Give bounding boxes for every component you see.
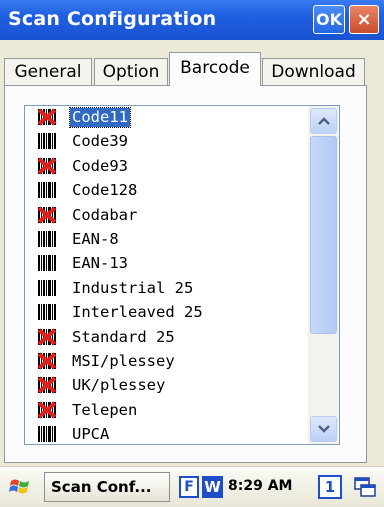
barcode-icon (38, 426, 56, 443)
chevron-down-icon (318, 425, 330, 433)
barcode-item-label: Industrial 25 (72, 278, 194, 297)
barcode-disabled-icon (37, 157, 57, 175)
barcode-item-label: Code39 (72, 132, 128, 151)
tray-w-icon[interactable]: W (202, 476, 223, 498)
tab-barcode[interactable]: Barcode (169, 52, 261, 86)
barcode-list-item[interactable]: EAN-8 (25, 228, 308, 252)
barcode-icon (38, 255, 56, 272)
barcode-item-label: Code93 (72, 156, 128, 175)
barcode-disabled-icon (37, 401, 57, 419)
barcode-icon (38, 133, 56, 150)
barcode-item-label: EAN-8 (72, 229, 119, 248)
barcode-list-item[interactable]: MSI/plessey (25, 350, 308, 374)
task-button-scan-config[interactable]: Scan Conf... (44, 472, 170, 502)
scroll-thumb[interactable] (310, 136, 337, 334)
ok-button[interactable]: OK (313, 5, 345, 34)
desktop-windows-icon[interactable] (353, 476, 377, 498)
barcode-list-item[interactable]: UPCA (25, 423, 308, 444)
scroll-down-button[interactable] (310, 416, 337, 442)
barcode-list-item[interactable]: Code39 (25, 130, 308, 154)
tab-option[interactable]: Option (94, 58, 168, 86)
window-title: Scan Configuration (8, 8, 217, 30)
barcode-list-item[interactable]: Industrial 25 (25, 277, 308, 301)
barcode-list-item[interactable]: Standard 25 (25, 326, 308, 350)
barcode-disabled-icon (37, 328, 57, 346)
barcode-disabled-icon (37, 206, 57, 224)
barcode-list-item[interactable]: EAN-13 (25, 252, 308, 276)
barcode-icon (38, 279, 56, 296)
barcode-listbox[interactable]: Code11 Code39 Code93 Code128 Codabar EAN-8 EAN… (24, 105, 340, 445)
title-bar: Scan Configuration OK × (0, 0, 384, 40)
barcode-list-item[interactable]: Code11 (25, 106, 308, 130)
tab-download[interactable]: Download (262, 58, 365, 86)
barcode-list-item[interactable]: UK/plessey (25, 374, 308, 398)
barcode-item-label: Standard 25 (72, 327, 175, 346)
barcode-icon (38, 230, 56, 247)
barcode-disabled-icon (37, 376, 57, 394)
barcode-list-item[interactable]: Interleaved 25 (25, 301, 308, 325)
taskbar: Scan Conf... F W 8:29 AM 1 (0, 466, 384, 507)
barcode-list-item[interactable]: Code128 (25, 179, 308, 203)
barcode-item-label: Codabar (72, 205, 138, 224)
barcode-item-label: MSI/plessey (72, 351, 175, 370)
vertical-scrollbar[interactable] (308, 106, 339, 444)
barcode-item-label: Code128 (72, 181, 138, 200)
barcode-item-label: UPCA (72, 425, 110, 444)
barcode-disabled-icon (37, 352, 57, 370)
clock[interactable]: 8:29 AM (228, 478, 292, 494)
close-button[interactable]: × (349, 5, 379, 34)
barcode-list-item[interactable]: Code93 (25, 155, 308, 179)
chevron-up-icon (318, 117, 330, 125)
barcode-list-item[interactable]: Telepen (25, 399, 308, 423)
barcode-disabled-icon (37, 108, 57, 126)
tray-f-icon[interactable]: F (179, 476, 199, 498)
barcode-list-item[interactable]: Codabar (25, 204, 308, 228)
tab-general[interactable]: General (4, 58, 92, 86)
barcode-item-label: Interleaved 25 (72, 303, 203, 322)
start-flag-icon[interactable] (7, 473, 35, 501)
barcode-item-label: Code11 (69, 107, 131, 128)
barcode-item-label: Telepen (72, 400, 138, 419)
barcode-item-label: EAN-13 (72, 254, 128, 273)
tray-input-indicator[interactable]: 1 (318, 475, 342, 499)
barcode-item-label: UK/plessey (72, 376, 166, 395)
barcode-panel: Code11 Code39 Code93 Code128 Codabar EAN-8 EAN… (4, 85, 367, 463)
barcode-icon (38, 182, 56, 199)
barcode-icon (38, 304, 56, 321)
scroll-up-button[interactable] (310, 108, 337, 134)
barcode-list: Code11 Code39 Code93 Code128 Codabar EAN-8 EAN… (25, 106, 308, 444)
